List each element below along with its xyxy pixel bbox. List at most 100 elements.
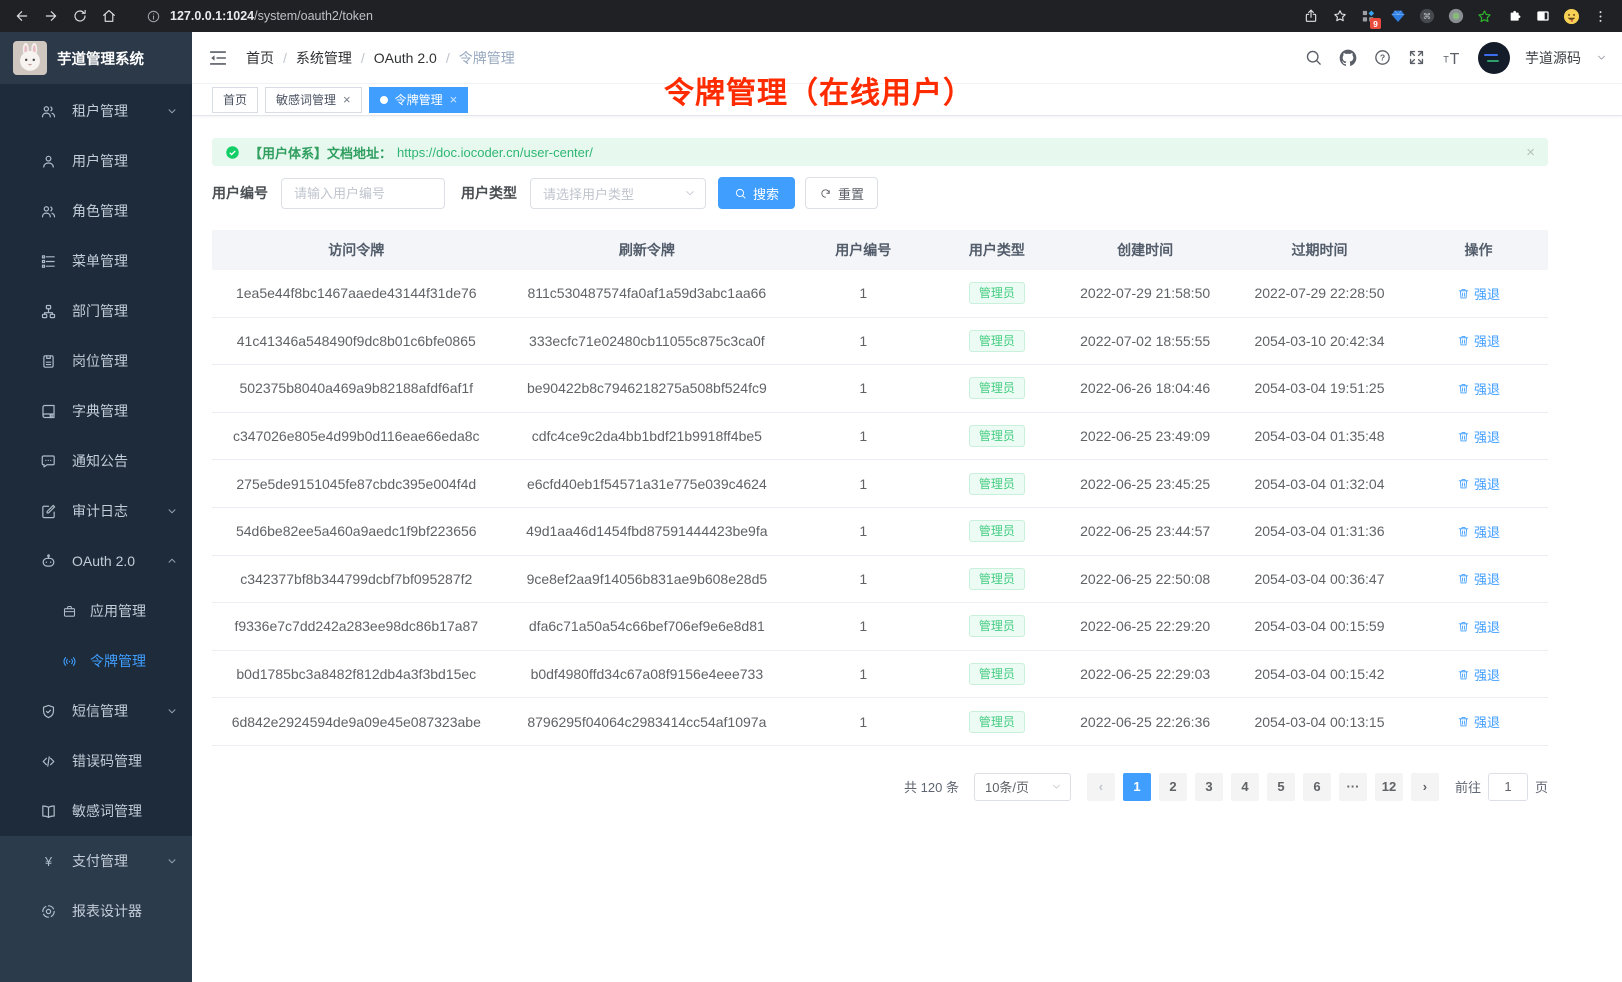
- extension-grid-icon[interactable]: 9: [1355, 3, 1382, 29]
- force-logout-button[interactable]: 强退: [1457, 617, 1500, 636]
- force-logout-button[interactable]: 强退: [1457, 569, 1500, 588]
- browser-reload-button[interactable]: [66, 3, 93, 29]
- collapse-sidebar-icon[interactable]: [207, 47, 229, 69]
- expire-time-cell: 2054-03-04 00:15:59: [1230, 618, 1409, 634]
- expire-time-cell: 2054-03-04 01:32:04: [1230, 476, 1409, 492]
- target-icon: [40, 903, 57, 920]
- share-button[interactable]: [1297, 3, 1324, 29]
- created-time-cell: 2022-06-25 22:29:03: [1060, 666, 1230, 682]
- address-bar[interactable]: 127.0.0.1:1024/system/oauth2/token: [134, 3, 1285, 29]
- code-icon: [40, 753, 57, 770]
- sidebar-item-role[interactable]: 角色管理: [0, 186, 192, 236]
- delete-icon: [1457, 287, 1470, 300]
- page-button-5[interactable]: 5: [1267, 773, 1295, 801]
- help-icon[interactable]: [1373, 48, 1392, 67]
- badge-icon: [40, 353, 57, 370]
- force-logout-button[interactable]: 强退: [1457, 379, 1500, 398]
- doc-link[interactable]: https://doc.iocoder.cn/user-center/: [397, 145, 593, 160]
- sidebar-item-notice[interactable]: 通知公告: [0, 436, 192, 486]
- fullscreen-icon[interactable]: [1407, 48, 1426, 67]
- prev-page-button[interactable]: ‹: [1087, 773, 1115, 801]
- force-logout-button[interactable]: 强退: [1457, 474, 1500, 493]
- table-row: 1ea5e44f8bc1467aaede43144f31de76811c5304…: [212, 270, 1548, 318]
- close-tab-icon[interactable]: ×: [450, 93, 458, 106]
- extension-star-icon[interactable]: [1471, 3, 1498, 29]
- reset-button[interactable]: 重置: [805, 177, 878, 209]
- close-tab-icon[interactable]: ×: [343, 93, 351, 106]
- search-button[interactable]: 搜索: [718, 177, 795, 209]
- page-button-3[interactable]: 3: [1195, 773, 1223, 801]
- site-info-icon[interactable]: [146, 9, 161, 24]
- next-page-button[interactable]: ›: [1411, 773, 1439, 801]
- extension-gem-icon[interactable]: [1384, 3, 1411, 29]
- font-size-icon[interactable]: [1441, 47, 1463, 69]
- breadcrumb: 首页/系统管理/OAuth 2.0/令牌管理: [246, 48, 515, 68]
- sidebar-item-pay[interactable]: 支付管理: [0, 836, 192, 886]
- tab-首页[interactable]: 首页: [212, 87, 258, 113]
- user-type-select[interactable]: 请选择用户类型: [530, 178, 706, 209]
- sidebar-item-oauth2[interactable]: OAuth 2.0: [0, 536, 192, 586]
- expire-time-cell: 2054-03-04 00:15:42: [1230, 666, 1409, 682]
- page-button-2[interactable]: 2: [1159, 773, 1187, 801]
- user-menu-caret-icon[interactable]: [1596, 52, 1607, 63]
- user-avatar[interactable]: [1478, 42, 1510, 74]
- tab-敏感词管理[interactable]: 敏感词管理×: [265, 87, 362, 113]
- force-logout-button[interactable]: 强退: [1457, 331, 1500, 350]
- goto-page-input[interactable]: [1488, 773, 1528, 801]
- delete-icon: [1457, 382, 1470, 395]
- sidebar-item-post[interactable]: 岗位管理: [0, 336, 192, 386]
- page-button-4[interactable]: 4: [1231, 773, 1259, 801]
- user-name[interactable]: 芋道源码: [1525, 48, 1581, 68]
- action-cell: 强退: [1409, 284, 1548, 303]
- browser-forward-button[interactable]: [37, 3, 64, 29]
- briefcase-icon: [62, 604, 77, 619]
- force-logout-button[interactable]: 强退: [1457, 712, 1500, 731]
- browser-back-button[interactable]: [8, 3, 35, 29]
- page-button-1[interactable]: 1: [1123, 773, 1151, 801]
- sidebar-item-audit[interactable]: 审计日志: [0, 486, 192, 536]
- force-logout-button[interactable]: 强退: [1457, 665, 1500, 684]
- user-id-input[interactable]: [281, 178, 445, 209]
- breadcrumb-item[interactable]: 系统管理: [296, 48, 352, 68]
- tab-令牌管理[interactable]: 令牌管理×: [369, 87, 469, 113]
- browser-home-button[interactable]: [95, 3, 122, 29]
- sidebar-item-report[interactable]: 报表设计器: [0, 886, 192, 936]
- sidebar-item-dict[interactable]: 字典管理: [0, 386, 192, 436]
- page-button-12[interactable]: 12: [1375, 773, 1403, 801]
- force-logout-button[interactable]: 强退: [1457, 284, 1500, 303]
- side-panel-icon[interactable]: [1529, 3, 1556, 29]
- extensions-puzzle-icon[interactable]: [1500, 3, 1527, 29]
- force-logout-button[interactable]: 强退: [1457, 427, 1500, 446]
- search-icon[interactable]: [1304, 48, 1323, 67]
- sidebar-item-dept[interactable]: 部门管理: [0, 286, 192, 336]
- github-icon[interactable]: [1338, 48, 1358, 68]
- refresh-token-cell: dfa6c71a50a54c66bef706ef9e6e8d81: [501, 618, 794, 634]
- force-logout-button[interactable]: 强退: [1457, 522, 1500, 541]
- alert-close-icon[interactable]: ×: [1526, 144, 1535, 161]
- sidebar-item-sensitive[interactable]: 敏感词管理: [0, 786, 192, 836]
- breadcrumb-item[interactable]: 首页: [246, 48, 274, 68]
- page-size-select[interactable]: 10条/页: [974, 773, 1071, 801]
- sidebar-item-label: 应用管理: [90, 601, 146, 621]
- profile-avatar-icon[interactable]: [1558, 3, 1585, 29]
- more-pages-button[interactable]: ···: [1339, 773, 1367, 801]
- sidebar-item-oauth2-app[interactable]: 应用管理: [0, 586, 192, 636]
- user-type-badge: 管理员: [969, 663, 1025, 685]
- bookmark-star-button[interactable]: [1326, 3, 1353, 29]
- user-type-badge: 管理员: [969, 473, 1025, 495]
- sidebar-item-oauth2-token[interactable]: 令牌管理: [0, 636, 192, 686]
- extension-command-icon[interactable]: ⌘: [1413, 3, 1440, 29]
- extension-recorder-icon[interactable]: [1442, 3, 1469, 29]
- created-time-cell: 2022-07-02 18:55:55: [1060, 333, 1230, 349]
- browser-menu-icon[interactable]: [1587, 3, 1614, 29]
- sidebar-item-errcode[interactable]: 错误码管理: [0, 736, 192, 786]
- sidebar-item-menu[interactable]: 菜单管理: [0, 236, 192, 286]
- table-row: b0d1785bc3a8482f812db4a3f3bd15ecb0df4980…: [212, 651, 1548, 699]
- sidebar-item-tenant[interactable]: 租户管理: [0, 86, 192, 136]
- refresh-token-cell: 9ce8ef2aa9f14056b831ae9b608e28d5: [501, 571, 794, 587]
- sidebar-item-user[interactable]: 用户管理: [0, 136, 192, 186]
- page-button-6[interactable]: 6: [1303, 773, 1331, 801]
- sidebar-item-sms[interactable]: 短信管理: [0, 686, 192, 736]
- success-check-icon: [225, 145, 240, 160]
- breadcrumb-item[interactable]: OAuth 2.0: [374, 50, 437, 66]
